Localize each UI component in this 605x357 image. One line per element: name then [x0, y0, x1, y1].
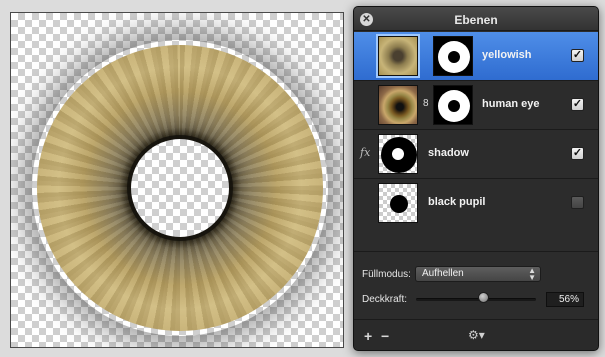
- pupil-dot: [390, 195, 408, 213]
- layers-panel: ✕ Ebenen yellowish ✓ 8 human eye ✓ fx sh…: [353, 6, 599, 351]
- remove-layer-button[interactable]: −: [381, 328, 389, 344]
- add-layer-button[interactable]: +: [364, 328, 372, 344]
- panel-title: Ebenen: [454, 13, 498, 27]
- layer-row-black-pupil[interactable]: black pupil: [354, 179, 598, 227]
- mask-hole: [448, 51, 460, 63]
- opacity-label: Deckkraft:: [362, 294, 408, 305]
- blend-mode-dropdown[interactable]: Aufhellen ▲ ▼: [415, 266, 541, 282]
- layer-mask-thumbnail[interactable]: [433, 85, 473, 125]
- layer-thumbnail[interactable]: [378, 134, 418, 174]
- panel-titlebar[interactable]: ✕ Ebenen: [354, 7, 598, 31]
- layer-name: yellowish: [482, 49, 532, 61]
- layer-name: shadow: [428, 147, 469, 159]
- layer-mask-thumbnail[interactable]: [433, 36, 473, 76]
- layer-thumbnail[interactable]: [376, 34, 420, 78]
- shadow-hole: [392, 148, 404, 160]
- layer-name: black pupil: [428, 196, 486, 208]
- layer-visibility-checkbox[interactable]: ✓: [571, 98, 584, 111]
- fx-icon[interactable]: fx: [360, 146, 370, 159]
- layer-visibility-checkbox[interactable]: ✓: [571, 147, 584, 160]
- document-canvas[interactable]: [10, 12, 344, 348]
- blend-mode-value: Aufhellen: [422, 268, 464, 279]
- layer-row-yellowish[interactable]: yellowish ✓: [354, 32, 598, 80]
- opacity-value-field[interactable]: 56%: [546, 292, 584, 307]
- blend-mode-label: Füllmodus:: [362, 269, 411, 280]
- layer-thumbnail[interactable]: [378, 183, 418, 223]
- layer-visibility-checkbox[interactable]: [571, 196, 584, 209]
- pupil-hole: [131, 139, 229, 237]
- layer-row-shadow[interactable]: fx shadow ✓: [354, 130, 598, 178]
- layer-name: human eye: [482, 98, 540, 110]
- opacity-slider-track[interactable]: [416, 298, 536, 301]
- layer-visibility-checkbox[interactable]: ✓: [571, 49, 584, 62]
- layer-row-human-eye[interactable]: 8 human eye ✓: [354, 81, 598, 129]
- gear-icon[interactable]: ⚙▾: [468, 328, 485, 342]
- link-icon[interactable]: 8: [423, 98, 429, 109]
- divider: [354, 251, 598, 252]
- panel-bottom-bar: + − ⚙▾: [354, 319, 598, 350]
- opacity-slider-thumb[interactable]: [477, 292, 489, 303]
- updown-arrows-icon: ▲ ▼: [528, 266, 536, 282]
- mask-hole: [448, 100, 460, 112]
- layer-thumbnail[interactable]: [378, 85, 418, 125]
